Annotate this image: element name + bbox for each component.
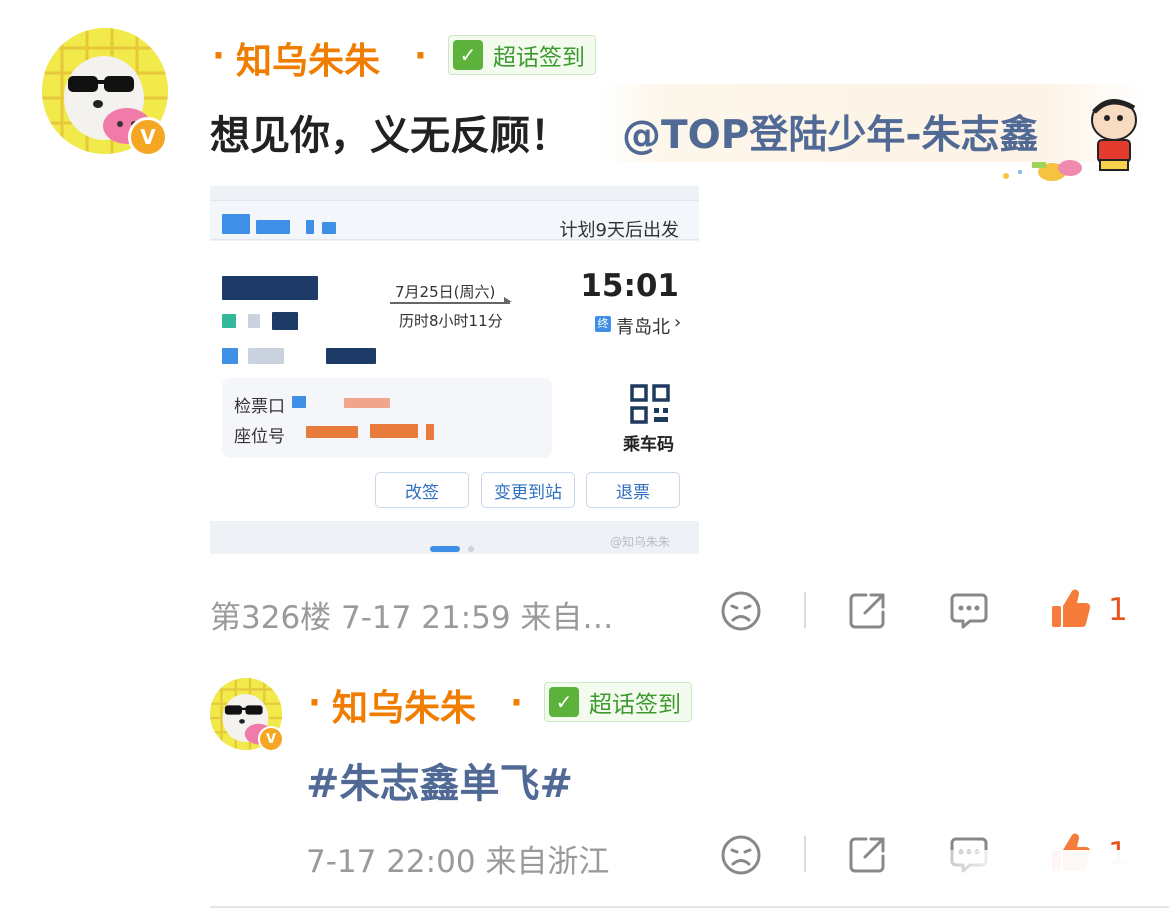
gate-label: 检票口 <box>234 397 285 417</box>
blurred-gate-value <box>344 398 390 408</box>
blurred-train-number <box>306 220 314 234</box>
checkin-icon: ✓ <box>453 40 483 70</box>
username[interactable]: 知乌朱朱 <box>236 32 380 84</box>
comment-icon[interactable] <box>948 590 990 632</box>
blurred-gate-value <box>292 396 306 408</box>
bottom-fade-overlay <box>880 850 1169 906</box>
sad-face-icon[interactable] <box>720 590 762 632</box>
blurred-passenger-name <box>248 348 284 364</box>
mention-link[interactable]: @TOP登陆少年-朱志鑫 <box>622 104 1039 160</box>
travel-duration: 历时8小时11分 <box>399 312 503 330</box>
seat-label: 座位号 <box>234 427 285 447</box>
like-count: 1 <box>1108 592 1128 628</box>
verified-icon: V <box>258 726 284 752</box>
checkin-badge[interactable]: ✓ 超话签到 <box>544 682 692 722</box>
thumbs-up-icon[interactable] <box>1048 587 1092 631</box>
blurred-train-number <box>322 222 336 234</box>
blurred-seat-value <box>426 424 434 440</box>
blurred-depart-time <box>222 276 318 300</box>
crayon-shin-chan-sticker-icon <box>1003 99 1137 181</box>
blurred-depart-station <box>222 314 236 328</box>
checkin-badge[interactable]: ✓ 超话签到 <box>448 35 596 75</box>
name-dot-left: · <box>212 36 225 76</box>
share-icon[interactable] <box>846 590 888 632</box>
checkin-icon: ✓ <box>549 687 579 717</box>
name-dot-left: · <box>308 683 321 723</box>
qr-code-icon[interactable] <box>630 384 670 424</box>
blurred-passenger-id <box>326 348 376 364</box>
pager-dot-active <box>430 546 460 552</box>
comment-text: 想见你，义无反顾！ <box>210 113 570 159</box>
name-dot-right: · <box>510 683 523 723</box>
pager-dot <box>468 546 474 552</box>
qr-label: 乘车码 <box>623 435 674 455</box>
username[interactable]: 知乌朱朱 <box>332 679 476 731</box>
action-divider <box>804 592 806 628</box>
ticket-image[interactable]: 计划9天后出发 7月25日(周六) 历时8小时11分 15:01 终 青岛北 ›… <box>210 186 699 554</box>
arrive-chevron-icon: › <box>674 312 682 333</box>
checkin-badge-label: 超话签到 <box>589 692 681 718</box>
blurred-passenger-icon <box>222 348 238 364</box>
travel-date: 7月25日(周六) <box>395 283 496 301</box>
blurred-train-number <box>222 214 250 234</box>
sad-face-icon[interactable] <box>720 834 762 876</box>
arrow-head <box>504 297 512 302</box>
plan-text: 计划9天后出发 <box>559 220 679 241</box>
verified-icon: V <box>128 117 168 157</box>
arrive-time: 15:01 <box>580 268 679 304</box>
blurred-seat-value <box>370 424 418 438</box>
blurred-depart-station <box>272 312 298 330</box>
action-divider <box>804 836 806 872</box>
comment-meta: 第326楼 7-17 21:59 来自… <box>210 600 614 636</box>
end-tag: 终 <box>595 316 611 332</box>
refund-button[interactable]: 退票 <box>586 472 680 508</box>
blurred-seat-value <box>306 426 358 438</box>
image-watermark: @知乌朱朱 <box>610 535 671 549</box>
change-ticket-button[interactable]: 改签 <box>375 472 469 508</box>
divider-line <box>210 906 1169 908</box>
arrow-line <box>390 302 510 304</box>
arrive-station[interactable]: 青岛北 <box>616 313 670 339</box>
name-dot-right: · <box>414 36 427 76</box>
comment-meta: 7-17 22:00 来自浙江 <box>306 844 610 880</box>
change-station-button[interactable]: 变更到站 <box>481 472 575 508</box>
blurred-depart-station <box>248 314 260 328</box>
blurred-train-number <box>256 220 290 234</box>
checkin-badge-label: 超话签到 <box>493 45 585 71</box>
hashtag-link[interactable]: #朱志鑫单飞# <box>306 751 573 809</box>
